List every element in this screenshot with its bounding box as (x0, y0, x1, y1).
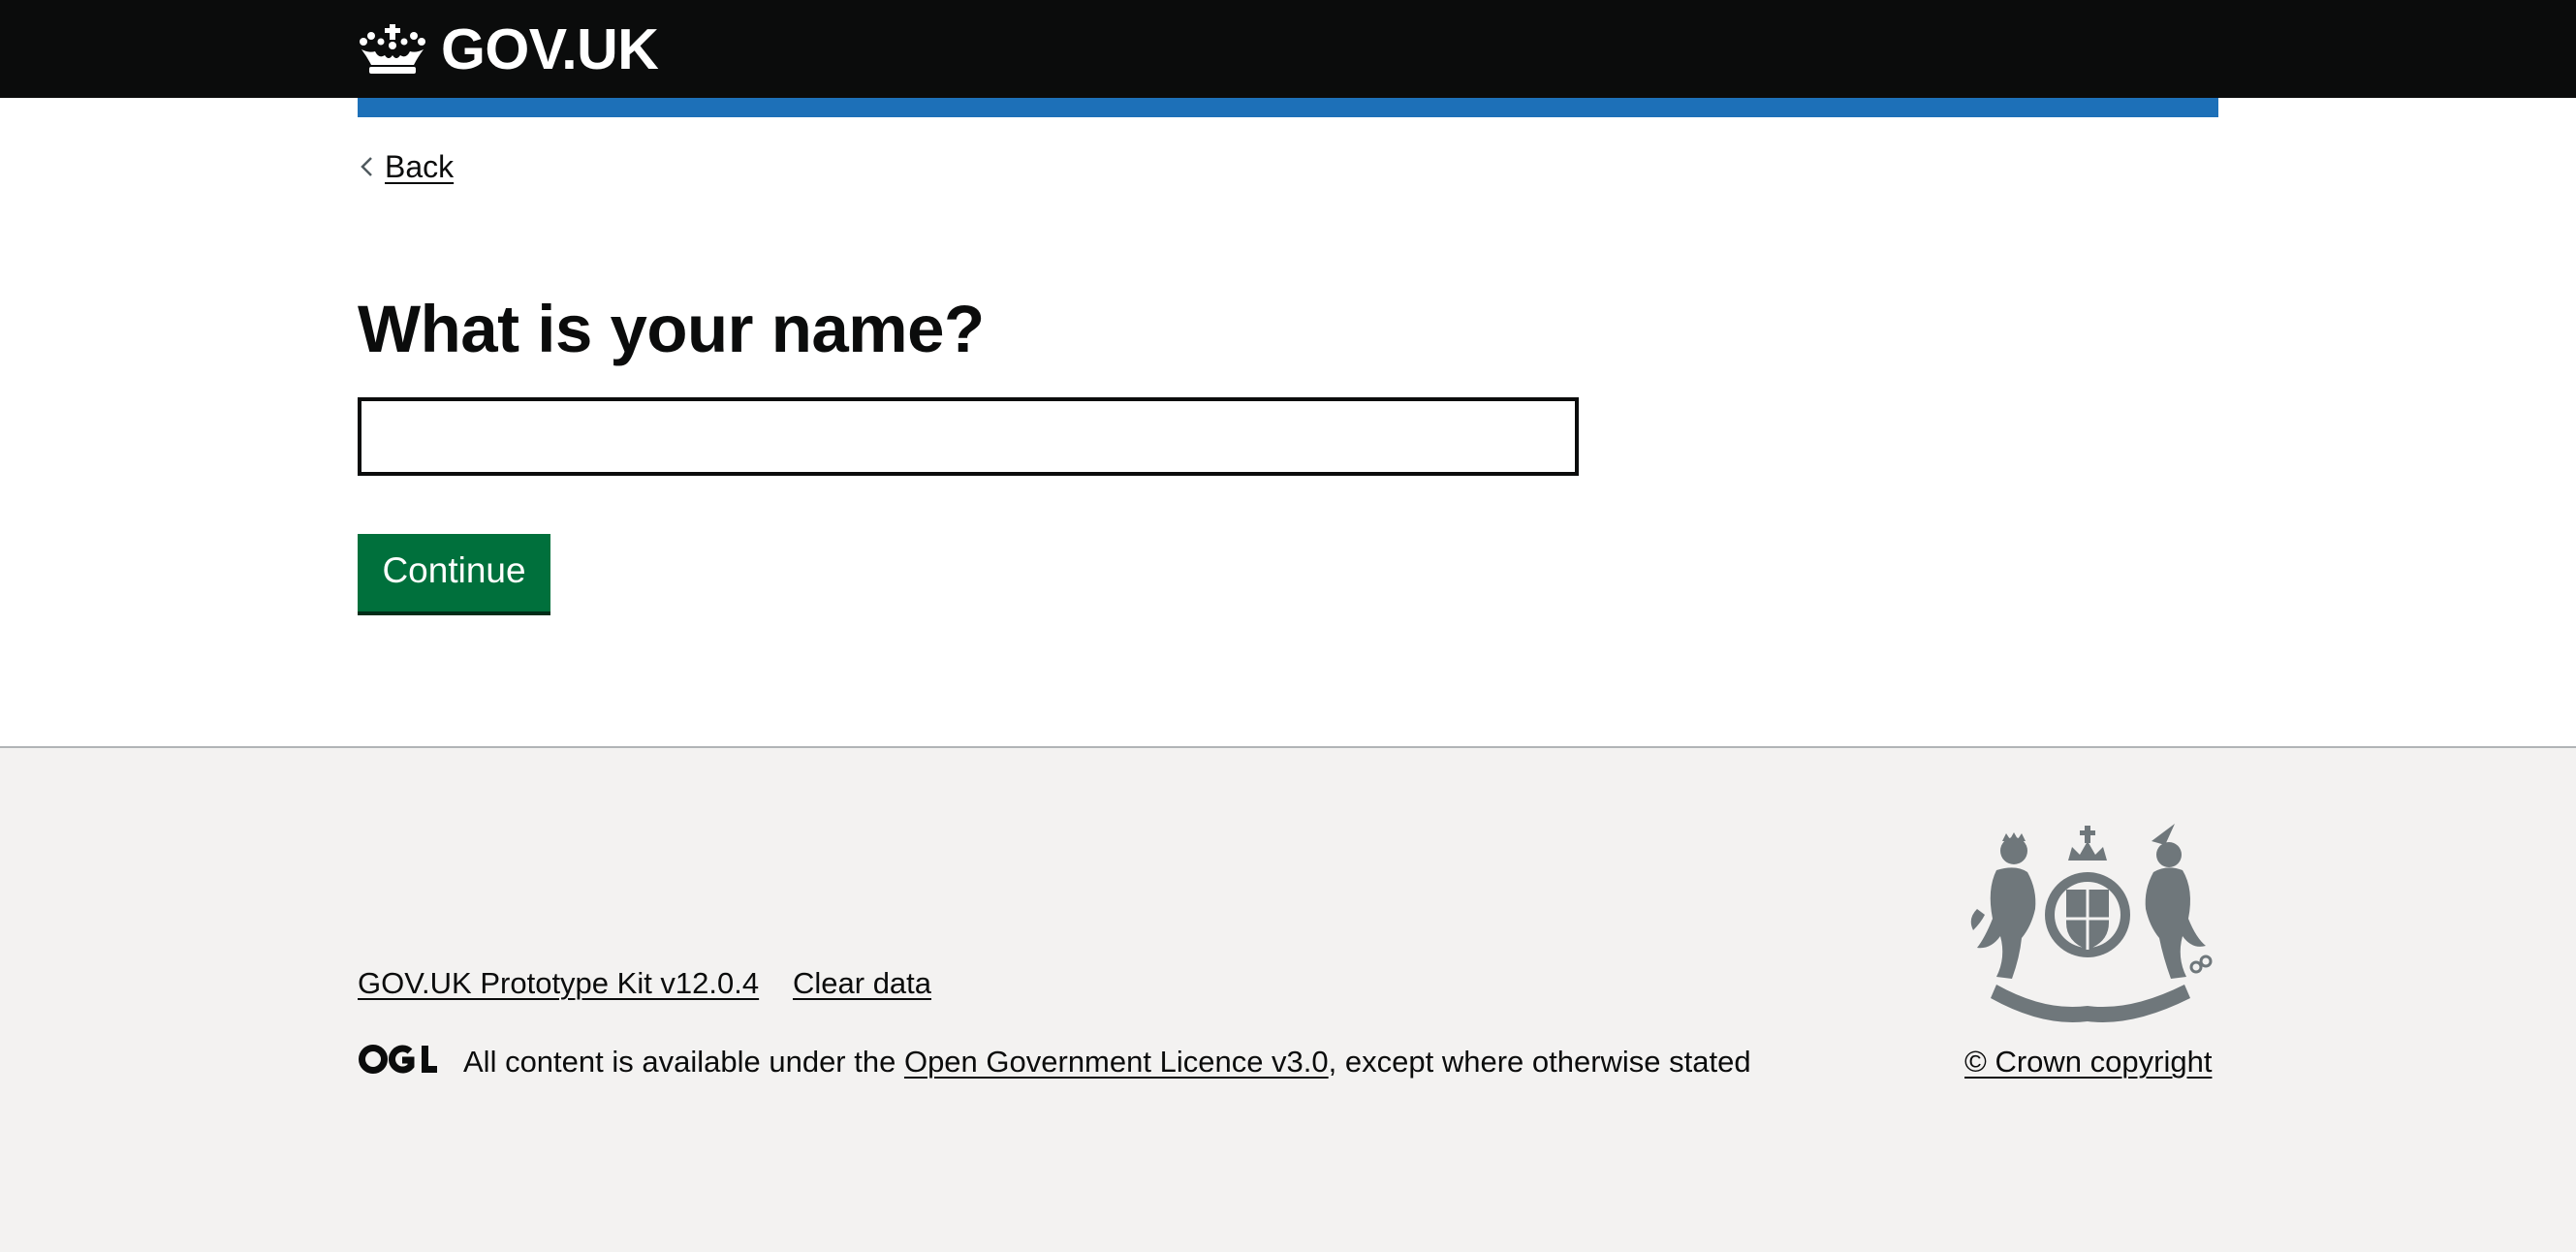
crown-icon (360, 24, 425, 74)
page-heading: What is your name? (358, 292, 985, 366)
name-input[interactable] (358, 397, 1579, 476)
licence-prefix: All content is available under the (463, 1045, 904, 1079)
prototype-kit-link[interactable]: GOV.UK Prototype Kit v12.0.4 (358, 964, 759, 1003)
header-accent-bar (358, 98, 2218, 117)
licence-suffix: , except where otherwise stated (1328, 1045, 1751, 1079)
govuk-logotype: GOV.UK (441, 16, 659, 81)
govuk-logo-link[interactable]: GOV.UK (358, 16, 659, 83)
back-link[interactable]: Back (358, 147, 454, 186)
licence-statement: All content is available under the Open … (463, 1043, 1751, 1081)
open-government-licence-link[interactable]: Open Government Licence v3.0 (904, 1045, 1329, 1079)
ogl-logo-icon (359, 1045, 437, 1074)
clear-data-link[interactable]: Clear data (793, 964, 931, 1003)
back-link-label: Back (385, 148, 455, 184)
chevron-left-icon (361, 157, 372, 176)
crown-copyright-link[interactable]: © Crown copyright (1964, 1043, 2212, 1081)
site-header: GOV.UK (0, 0, 2576, 98)
continue-button[interactable]: Continue (358, 534, 550, 611)
royal-coat-of-arms-icon (1970, 824, 2213, 1022)
